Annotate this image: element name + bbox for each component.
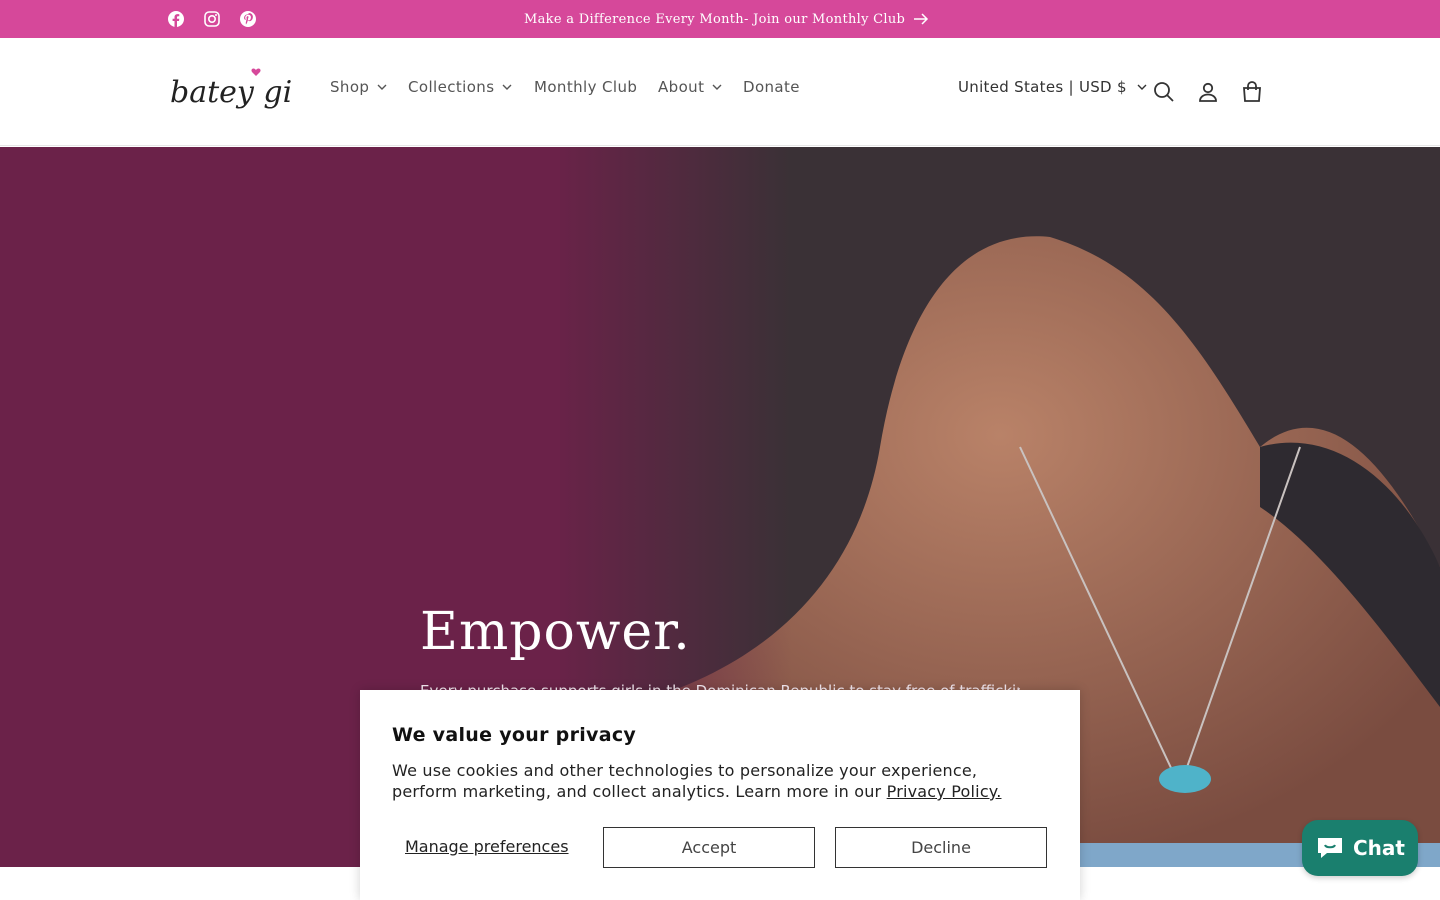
facebook-icon[interactable] [166,9,186,29]
instagram-icon[interactable] [202,9,222,29]
chevron-down-icon [502,84,512,90]
chat-button[interactable]: Chat [1302,820,1418,876]
nav-about-label: About [658,78,705,96]
chevron-down-icon [1137,84,1147,90]
manage-preferences-link[interactable]: Manage preferences [405,837,569,856]
cookie-banner: We value your privacy We use cookies and… [360,690,1080,900]
cart-icon[interactable] [1240,80,1264,104]
chat-label: Chat [1353,836,1405,860]
arrow-right-icon [914,13,929,25]
nav-monthly-club[interactable]: Monthly Club [534,78,637,96]
account-icon[interactable] [1196,80,1220,104]
nav-about[interactable]: About [658,78,722,96]
nav-collections[interactable]: Collections [408,78,512,96]
nav-shop-label: Shop [330,78,370,96]
cookie-text: We use cookies and other technologies to… [392,760,1032,802]
logo-text: batey girls [170,75,292,110]
announcement-bar: Make a Difference Every Month- Join our … [0,0,1440,38]
nav-shop[interactable]: Shop [330,78,387,96]
chevron-down-icon [377,84,387,90]
country-label: United States | USD $ [958,78,1127,96]
chevron-down-icon [712,84,722,90]
pinterest-icon[interactable] [238,9,258,29]
nav-monthly-club-label: Monthly Club [534,78,638,96]
accept-button[interactable]: Accept [603,827,815,868]
announcement-link[interactable]: Make a Difference Every Month- Join our … [524,0,929,38]
announcement-text: Make a Difference Every Month- Join our … [524,11,906,27]
chat-bubble-icon [1318,838,1342,858]
logo[interactable]: batey girls [168,60,332,124]
country-selector[interactable]: United States | USD $ [958,78,1147,96]
search-icon[interactable] [1152,80,1176,104]
decline-button[interactable]: Decline [835,827,1047,868]
cookie-title: We value your privacy [392,724,637,746]
hero-title: Empower. [420,602,691,662]
nav-donate[interactable]: Donate [743,78,800,96]
nav-donate-label: Donate [743,78,800,96]
nav-collections-label: Collections [408,78,495,96]
site-header: batey girls Shop Collections Monthly Clu… [0,38,1440,146]
privacy-policy-link[interactable]: Privacy Policy. [887,782,1002,801]
